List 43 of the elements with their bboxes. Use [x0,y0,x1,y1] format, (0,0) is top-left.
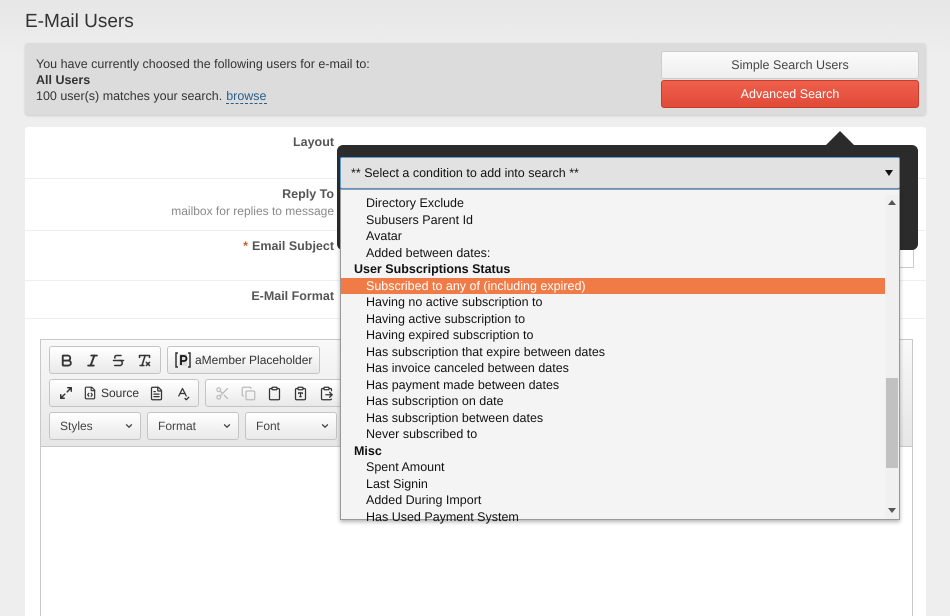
target-users: All Users [36,72,92,88]
field-label: E-Mail Format [251,289,334,303]
condition-option[interactable]: Directory Exclude [341,195,885,212]
condition-option[interactable]: Avatar [341,228,885,244]
field-label: Reply To [282,187,334,201]
condition-option[interactable]: Last Signin [341,476,885,492]
condition-option[interactable]: Has invoice canceled between dates [341,360,885,376]
condition-option[interactable]: Spent Amount [341,459,885,476]
intro-text: You have currently choosed the following users for e-mail to: [36,56,370,72]
caret-icon [124,421,134,431]
toolbar-combo[interactable]: Font [245,412,337,440]
field-label: Layout [293,135,334,149]
condition-select[interactable]: ** Select a condition to add into search ** [340,157,900,189]
field-label: * Email Subject [243,239,334,253]
caret-icon [885,170,893,176]
matches-text: 100 user(s) matches your search. browse [36,88,268,104]
condition-option[interactable]: Has subscription on date [341,393,885,410]
source-icon [83,386,97,400]
placeholder-button[interactable]: aMember Placeholder [167,346,320,374]
caret-icon [320,421,330,431]
condition-option[interactable]: Has Used Payment System [341,508,885,525]
placeholder-icon [175,352,191,368]
condition-option[interactable]: Added between dates: [341,244,885,261]
caret-icon [222,421,232,431]
condition-option[interactable]: Has subscription that expire between dates [341,344,885,360]
toolbar-combo[interactable]: Format [147,412,239,440]
condition-option[interactable]: Has payment made between dates [341,376,885,393]
condition-option[interactable]: Having active subscription to [341,310,885,327]
field-hint: mailbox for replies to message [171,204,334,218]
advanced-search-button[interactable]: Advanced Search [661,80,919,108]
condition-option[interactable]: Having expired subscription to [341,327,885,344]
page-title: E-Mail Users [25,11,134,32]
source-button[interactable]: Source [80,382,142,404]
condition-option[interactable]: Subusers Parent Id [341,212,885,228]
option-group-label: User Subscriptions Status [353,261,512,278]
toolbar-combo[interactable]: Styles [49,412,141,440]
simple-search-button[interactable]: Simple Search Users [661,51,919,79]
browse-link[interactable]: browse [226,89,266,104]
option-group-label: Misc [353,442,383,459]
condition-option[interactable]: Never subscribed to [341,426,885,442]
condition-option[interactable]: Has subscription between dates [341,410,885,426]
condition-option[interactable]: Added During Import [341,492,885,508]
condition-option[interactable]: Having no active subscription to [341,294,885,310]
